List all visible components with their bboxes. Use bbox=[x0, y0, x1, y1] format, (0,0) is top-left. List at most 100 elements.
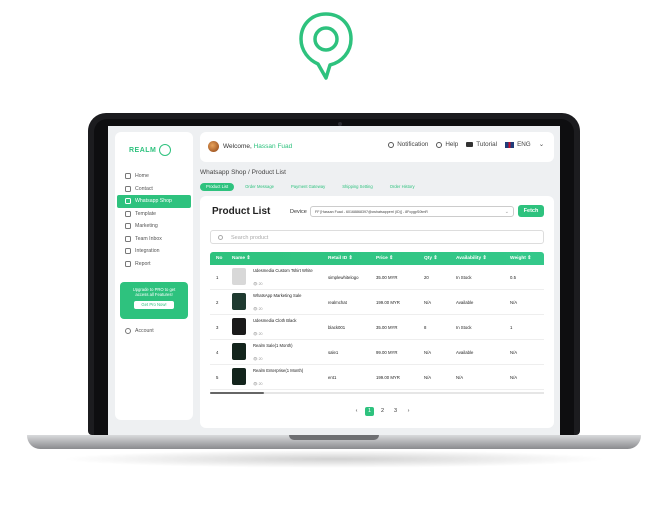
avatar[interactable] bbox=[208, 141, 219, 152]
cell-no: 4 bbox=[216, 350, 219, 355]
column-header-label: Weight bbox=[510, 256, 526, 261]
column-header-retail-id[interactable]: Retail ID ⇕ bbox=[328, 256, 353, 261]
column-header-qty[interactable]: Qty ⇕ bbox=[424, 256, 437, 261]
column-header-weight[interactable]: Weight ⇕ bbox=[510, 256, 531, 261]
chevron-down-icon[interactable]: ⌄ bbox=[539, 141, 544, 148]
integration-icon bbox=[125, 248, 131, 255]
cell-retail-id: simplewhitelogo bbox=[328, 275, 359, 280]
sort-icon[interactable]: ⇕ bbox=[388, 256, 393, 261]
sidebar-item-label: Marketing bbox=[135, 223, 158, 230]
user-icon bbox=[125, 328, 131, 334]
sidebar: REALM Home Contact Whatsapp Shop Template Ma… bbox=[115, 132, 193, 420]
sidebar-item-team-inbox[interactable]: Team Inbox bbox=[115, 233, 193, 246]
page-button-2[interactable]: 2 bbox=[378, 407, 387, 416]
marketing-icon bbox=[125, 223, 131, 230]
sidebar-item-contact[interactable]: Contact bbox=[115, 183, 193, 196]
cell-weight: 1 bbox=[510, 325, 513, 330]
cell-availability: In Stock bbox=[456, 325, 472, 330]
language-label: ENG bbox=[517, 141, 531, 148]
prev-page-button[interactable]: ‹ bbox=[352, 407, 361, 416]
column-header-availability[interactable]: Availability ⇕ bbox=[456, 256, 487, 261]
user-name: Hassan Fuad bbox=[253, 143, 293, 150]
inbox-icon bbox=[125, 235, 131, 242]
product-thumbnail bbox=[232, 293, 246, 310]
column-header-label: Price bbox=[376, 256, 388, 261]
cell-weight: N/A bbox=[510, 375, 518, 380]
tab-order-history[interactable]: Order History bbox=[384, 183, 421, 191]
notification-button[interactable]: Notification bbox=[388, 141, 428, 148]
device-select[interactable]: FF [Hassan Fuad - 60168868397@cwhatsappe… bbox=[310, 206, 514, 217]
sort-icon[interactable]: ⇕ bbox=[432, 256, 437, 261]
search-box bbox=[210, 230, 544, 244]
tutorial-button[interactable]: Tutorial bbox=[466, 141, 497, 148]
next-page-button[interactable]: › bbox=[404, 407, 413, 416]
logo-icon bbox=[159, 144, 172, 156]
views-count: 👁 20 bbox=[253, 332, 263, 336]
column-header-no[interactable]: No bbox=[216, 256, 222, 261]
tab-shipping-setting[interactable]: Shipping Setting bbox=[336, 183, 379, 191]
views-count: 👁 20 bbox=[253, 282, 263, 286]
table-row[interactable]: Realm Sale(1 Month) 👁 20 4 sale1 99.00 MYR N/… bbox=[210, 340, 544, 365]
language-select[interactable]: ENG bbox=[505, 141, 531, 148]
tab-order-message[interactable]: Order Message bbox=[239, 183, 280, 191]
product-name[interactable]: Realm Enterprise(1 Month) bbox=[253, 368, 315, 373]
product-name[interactable]: Udesmedia Custom Tshirt White bbox=[253, 268, 315, 273]
product-name[interactable]: Udesmedia Cloth Black bbox=[253, 318, 315, 323]
views-count: 👁 20 bbox=[253, 307, 263, 311]
tab-product-list[interactable]: Product List bbox=[200, 183, 235, 191]
table-row[interactable]: Udesmedia Custom Tshirt White 👁 20 1 simple… bbox=[210, 265, 544, 290]
sort-icon[interactable]: ⇕ bbox=[347, 256, 353, 261]
views-value: 20 bbox=[258, 332, 263, 336]
cell-qty: 8 bbox=[424, 325, 427, 330]
page-button-1[interactable]: 1 bbox=[365, 407, 374, 416]
product-thumbnail bbox=[232, 343, 246, 360]
views-value: 20 bbox=[258, 382, 263, 386]
table-header: No Name ⇕ Retail ID ⇕ Price ⇕ Qty ⇕ Availabil… bbox=[210, 252, 544, 265]
search-icon bbox=[218, 235, 223, 240]
cell-price: 199.00 MYR bbox=[376, 375, 400, 380]
sidebar-item-label: Integration bbox=[135, 248, 160, 255]
cell-no: 3 bbox=[216, 325, 219, 330]
views-count: 👁 20 bbox=[253, 357, 263, 361]
table-row[interactable]: Udesmedia Cloth Black 👁 20 3 black001 35.00 … bbox=[210, 315, 544, 340]
sidebar-item-whatsapp-shop[interactable]: Whatsapp Shop bbox=[117, 195, 191, 208]
product-name[interactable]: WhatsApp Marketing Sale bbox=[253, 293, 315, 298]
sidebar-item-label: Team Inbox bbox=[135, 235, 162, 242]
table-row[interactable]: WhatsApp Marketing Sale 👁 20 2 realmchat 199… bbox=[210, 290, 544, 315]
sidebar-item-template[interactable]: Template bbox=[115, 208, 193, 221]
sidebar-item-account[interactable]: Account bbox=[125, 328, 154, 334]
product-thumbnail bbox=[232, 268, 246, 285]
page-button-3[interactable]: 3 bbox=[391, 407, 400, 416]
sidebar-nav: Home Contact Whatsapp Shop Template Marketin… bbox=[115, 170, 193, 270]
column-header-label: No bbox=[216, 256, 223, 261]
sidebar-item-marketing[interactable]: Marketing bbox=[115, 220, 193, 233]
sort-icon[interactable]: ⇕ bbox=[526, 256, 531, 261]
brand-logo[interactable]: REALM bbox=[129, 144, 172, 156]
sidebar-item-report[interactable]: Report bbox=[115, 258, 193, 271]
cell-weight: 0.5 bbox=[510, 275, 516, 280]
table-row[interactable]: Realm Enterprise(1 Month) 👁 20 5 ent1 199.00… bbox=[210, 365, 544, 390]
sort-icon[interactable]: ⇕ bbox=[245, 256, 250, 261]
tab-payment-gateway[interactable]: Payment Gateway bbox=[285, 183, 331, 191]
product-name[interactable]: Realm Sale(1 Month) bbox=[253, 343, 315, 348]
help-button[interactable]: Help bbox=[436, 141, 458, 148]
get-pro-button[interactable]: Get Pro Now! bbox=[134, 301, 174, 309]
cell-price: 35.00 MYR bbox=[376, 275, 398, 280]
topbar: Welcome, Hassan Fuad Notification Help T… bbox=[200, 132, 554, 162]
product-thumbnail bbox=[232, 318, 246, 335]
table-body: Udesmedia Custom Tshirt White 👁 20 1 simple… bbox=[210, 265, 544, 390]
sidebar-item-home[interactable]: Home bbox=[115, 170, 193, 183]
search-input[interactable] bbox=[231, 231, 531, 244]
views-value: 20 bbox=[258, 307, 263, 311]
scrollbar-thumb[interactable] bbox=[210, 392, 264, 394]
sidebar-item-label: Whatsapp Shop bbox=[135, 198, 172, 205]
column-header-name[interactable]: Name ⇕ bbox=[232, 256, 250, 261]
cell-weight: N/A bbox=[510, 300, 518, 305]
sort-icon[interactable]: ⇕ bbox=[481, 256, 486, 261]
fetch-button[interactable]: Fetch bbox=[518, 205, 544, 217]
welcome-label: Welcome, bbox=[223, 143, 252, 150]
sidebar-item-integration[interactable]: Integration bbox=[115, 245, 193, 258]
cell-availability: Available bbox=[456, 350, 474, 355]
shop-icon bbox=[125, 198, 131, 205]
column-header-price[interactable]: Price ⇕ bbox=[376, 256, 393, 261]
